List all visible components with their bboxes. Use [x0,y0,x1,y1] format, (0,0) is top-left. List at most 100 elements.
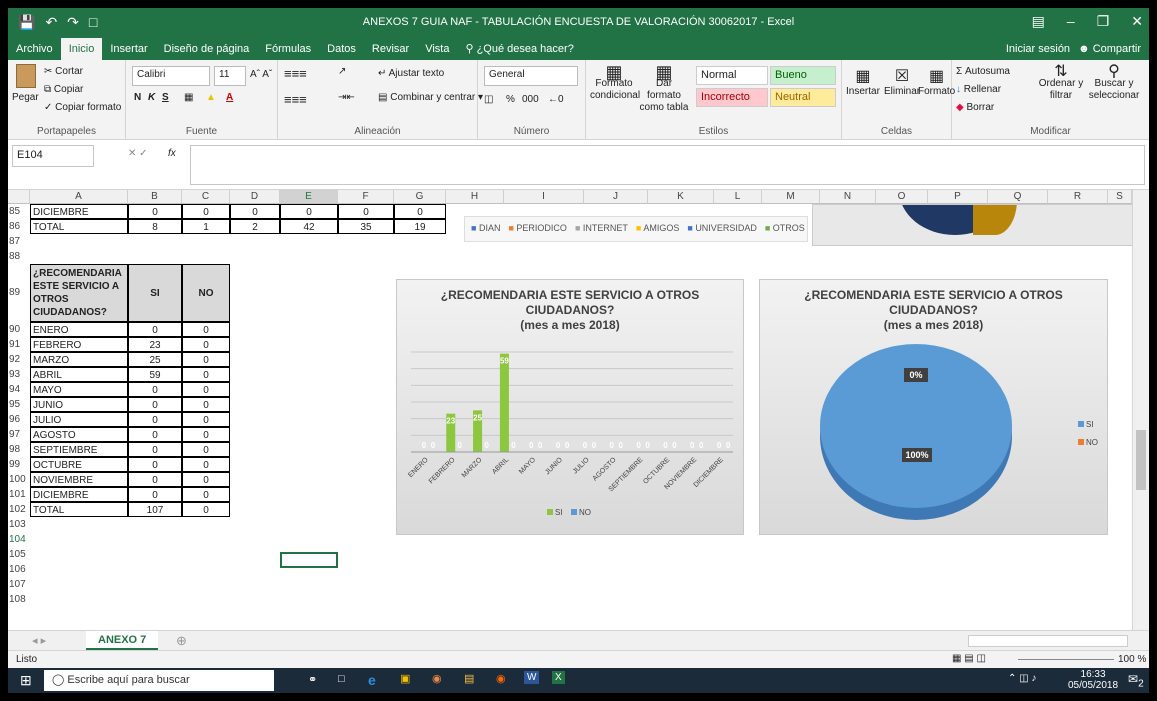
tab-inicio[interactable]: Inicio [60,38,103,60]
table-cell-value[interactable]: 0 [338,204,394,219]
row-header[interactable]: 106 [8,562,30,577]
table-cell-value[interactable]: 0 [394,204,446,219]
formula-input[interactable] [190,145,1145,185]
table-row-month[interactable]: FEBRERO [30,337,128,352]
column-header-g[interactable]: G [394,190,446,204]
row-header[interactable]: 92 [8,352,30,367]
merge-button[interactable]: ▤ Combinar y centrar ▾ [378,92,483,103]
word-icon[interactable]: W [524,671,540,684]
table-cell-value[interactable]: 0 [182,204,230,219]
column-header-m[interactable]: M [762,190,820,204]
share-button[interactable]: ☻ Compartir [1078,43,1141,55]
row-header[interactable]: 101 [8,487,30,502]
windows-start-icon[interactable]: ⊞ [20,672,32,689]
table-cell-value[interactable]: 0 [230,204,280,219]
row-header[interactable]: 88 [8,249,30,264]
table-row-si[interactable]: 0 [128,412,182,427]
row-header[interactable]: 85 [8,204,30,219]
delete-cells-button[interactable]: ☒ Eliminar [884,66,920,97]
top-chart-legend[interactable]: ■ DIAN ■ PERIODICO ■ INTERNET ■ AMIGOS ■ UNI… [464,216,808,242]
signin-link[interactable]: Iniciar sesión [1006,43,1070,55]
sort-filter-button[interactable]: ⇅ Ordenar y filtrar [1038,64,1084,102]
table-row-si[interactable]: 23 [128,337,182,352]
table-row-no[interactable]: 0 [182,412,230,427]
explorer-icon[interactable]: ▤ [464,672,474,685]
column-header-q[interactable]: Q [988,190,1048,204]
row-header[interactable]: 100 [8,472,30,487]
row-header[interactable]: 102 [8,502,30,517]
row-header[interactable]: 95 [8,397,30,412]
format-as-table-button[interactable]: ▦ Dar formato como tabla [638,63,690,114]
table-row-month[interactable]: AGOSTO [30,427,128,442]
table-row-month[interactable]: JUNIO [30,397,128,412]
table-row-month[interactable]: OCTUBRE [30,457,128,472]
fill-button[interactable]: ↓ Rellenar [956,84,1001,95]
table-row-no[interactable]: 0 [182,502,230,517]
bold-button[interactable]: N [134,92,141,103]
excel-taskbar-icon[interactable]: X [552,671,565,684]
table-cell-value[interactable]: 42 [280,219,338,234]
notification-icon[interactable]: ✉2 [1128,672,1144,689]
row-header[interactable]: 96 [8,412,30,427]
font-name-select[interactable]: Calibri [132,66,210,86]
table-row-si[interactable]: 0 [128,457,182,472]
row-header[interactable]: 89 [8,264,30,322]
indent-icon[interactable]: ⇥⇤ [338,92,355,103]
tab-insertar[interactable]: Insertar [102,38,155,60]
currency-icon[interactable]: ◫ [484,94,493,105]
select-all-corner[interactable] [8,190,30,204]
style-good[interactable]: Bueno [770,66,836,85]
tray-icons[interactable]: ⌃ ◫ ♪ [1008,673,1036,684]
table-row-month[interactable]: DICIEMBRE [30,487,128,502]
column-header-f[interactable]: F [338,190,394,204]
chrome-icon[interactable]: ◉ [432,672,442,685]
table-cell-label[interactable]: DICIEMBRE [30,204,128,219]
column-header-s[interactable]: S [1108,190,1132,204]
style-normal[interactable]: Normal [696,66,768,85]
table-cell-label[interactable]: TOTAL [30,219,128,234]
vertical-scrollbar[interactable] [1132,190,1149,630]
style-neutral[interactable]: Neutral [770,88,836,107]
column-header-n[interactable]: N [820,190,876,204]
vertical-scroll-thumb[interactable] [1136,430,1146,490]
column-header-k[interactable]: K [648,190,714,204]
row-header[interactable]: 108 [8,592,30,607]
fx-icon[interactable]: fx [168,148,176,159]
table-row-month[interactable]: JULIO [30,412,128,427]
restore-icon[interactable]: ❐ [1097,13,1110,30]
borders-icon[interactable]: ▦ [184,92,193,103]
tab-revisar[interactable]: Revisar [364,38,417,60]
row-header[interactable]: 93 [8,367,30,382]
table-row-si[interactable]: 0 [128,487,182,502]
firefox-icon[interactable]: ◉ [496,672,506,685]
underline-button[interactable]: S [162,92,169,103]
italic-button[interactable]: K [148,92,155,103]
column-header-d[interactable]: D [230,190,280,204]
number-format-select[interactable]: General [484,66,578,86]
store-icon[interactable]: ▣ [400,672,410,685]
tab-archivo[interactable]: Archivo [8,38,61,60]
edge-icon[interactable]: e [368,672,376,688]
table-cell-value[interactable]: 0 [128,204,182,219]
table-row-month[interactable]: MARZO [30,352,128,367]
row-header[interactable]: 87 [8,234,30,249]
selected-cell[interactable] [280,552,338,568]
row-header[interactable]: 90 [8,322,30,337]
minimize-icon[interactable]: – [1067,13,1075,30]
percent-button[interactable]: % [506,94,515,105]
name-box[interactable]: E104 [12,145,94,167]
table-row-no[interactable]: 0 [182,487,230,502]
table-cell-value[interactable]: 2 [230,219,280,234]
taskbar-search[interactable]: ◯ Escribe aquí para buscar [44,670,274,691]
row-header[interactable]: 107 [8,577,30,592]
format-painter-button[interactable]: ✓ Copiar formato [44,102,121,113]
view-buttons-icon[interactable]: ▦ ▤ ◫ [952,653,986,664]
table-header-no[interactable]: NO [182,264,230,322]
table-row-month[interactable]: ABRIL [30,367,128,382]
row-header[interactable]: 103 [8,517,30,532]
row-header[interactable]: 94 [8,382,30,397]
row-header[interactable]: 99 [8,457,30,472]
find-select-button[interactable]: ⚲ Buscar y seleccionar [1086,64,1142,102]
clock[interactable]: 16:33 05/05/2018 [1068,669,1118,691]
column-header-r[interactable]: R [1048,190,1108,204]
